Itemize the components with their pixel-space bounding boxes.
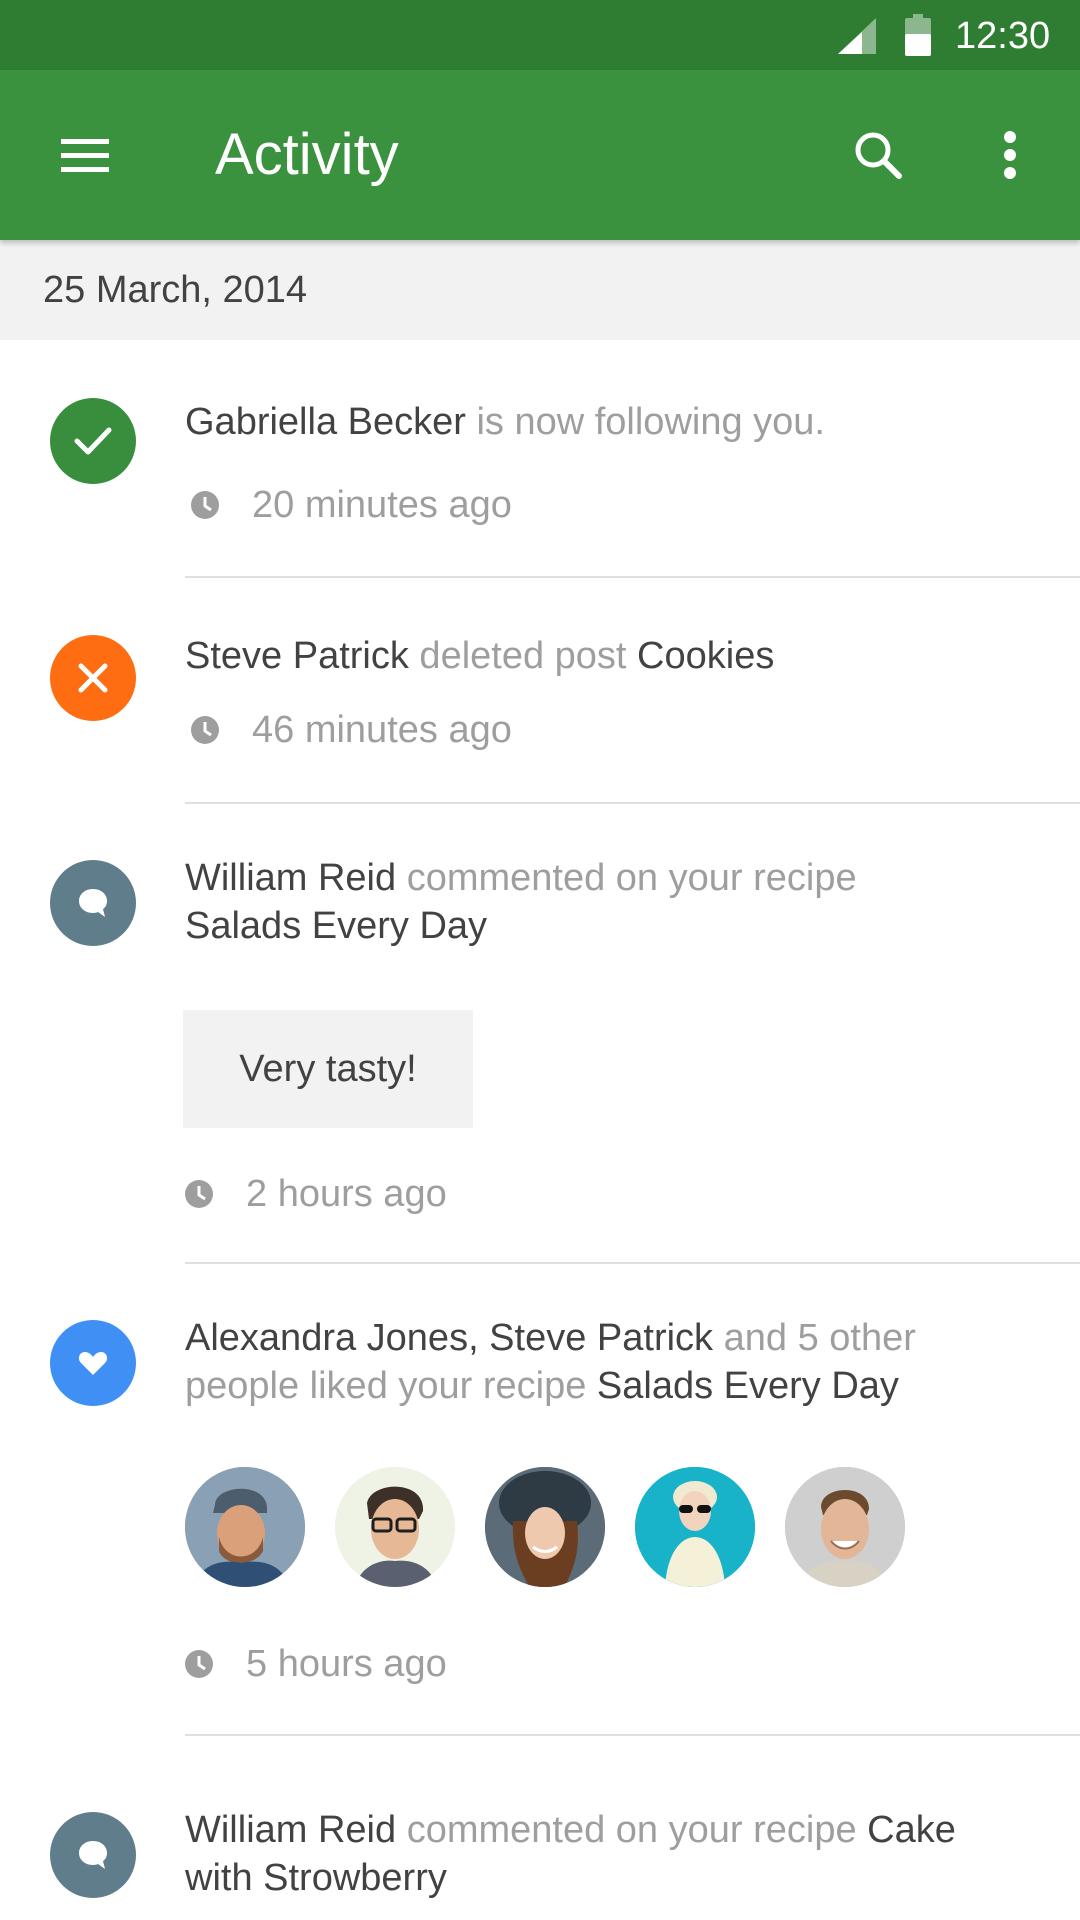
avatar-woman-fur-hat[interactable]	[485, 1467, 605, 1587]
actor-name: Gabriella Becker	[185, 401, 466, 443]
activity-text: William Reid commented on your recipe Sa…	[185, 854, 1045, 950]
search-button[interactable]	[838, 115, 918, 195]
action-text: commented on your recipe	[396, 1809, 868, 1851]
action-text: and 5 other	[713, 1317, 916, 1359]
comment-icon	[79, 889, 107, 917]
divider	[185, 576, 1080, 578]
avatar-man-glasses[interactable]	[335, 1467, 455, 1587]
activity-item-like[interactable]: Alexandra Jones, Steve Patrick and 5 oth…	[0, 1264, 1080, 1736]
clock-icon	[185, 1650, 213, 1678]
action-text: commented on your recipe	[396, 857, 857, 899]
avatar-man-smiling-image	[785, 1467, 905, 1587]
avatar-woman-fur-hat-image	[485, 1467, 605, 1587]
timestamp: 5 hours ago	[184, 1639, 447, 1689]
activity-text: Alexandra Jones, Steve Patrick and 5 oth…	[185, 1314, 1045, 1410]
clock-icon	[191, 491, 219, 519]
timestamp: 2 hours ago	[184, 1169, 447, 1219]
timestamp: 46 minutes ago	[190, 705, 512, 755]
action-text: is now following you.	[465, 401, 825, 443]
timestamp-text: 20 minutes ago	[252, 483, 512, 526]
search-icon	[855, 132, 902, 179]
object-name: Salads Every Day	[596, 1365, 899, 1407]
heart-icon	[78, 1352, 108, 1375]
more-vert-icon	[1004, 131, 1016, 179]
status-circle	[50, 635, 136, 721]
activity-item-follow[interactable]: Gabriella Becker is now following you. 2…	[0, 340, 1080, 582]
app-bar: Activity	[0, 70, 1080, 240]
date-header: 25 March, 2014	[0, 240, 1080, 340]
action-text: people liked your recipe	[185, 1365, 597, 1407]
status-circle	[50, 398, 136, 484]
status-circle	[50, 860, 136, 946]
comment-bubble: Very tasty!	[183, 1010, 473, 1128]
activity-text: Steve Patrick deleted post Cookies	[185, 632, 1045, 680]
timestamp-text: 2 hours ago	[246, 1172, 447, 1215]
signal-icon	[838, 18, 876, 54]
hamburger-menu-icon	[61, 139, 109, 172]
status-circle	[50, 1320, 136, 1406]
page-title: Activity	[215, 122, 399, 187]
check-icon	[74, 427, 112, 455]
object-name: Cake	[867, 1809, 956, 1851]
close-icon	[78, 663, 108, 693]
avatar-man-beanie[interactable]	[185, 1467, 305, 1587]
object-name-continued: with Strowberry	[185, 1857, 447, 1899]
avatar-man-glasses-image	[335, 1467, 455, 1587]
avatar-woman-sunglasses-image	[635, 1467, 755, 1587]
actor-name: William Reid	[185, 1809, 397, 1851]
status-circle	[50, 1812, 136, 1898]
object-name: Salads Every Day	[185, 905, 488, 947]
avatar-man-smiling[interactable]	[785, 1467, 905, 1587]
liker-avatars	[185, 1467, 935, 1587]
menu-button[interactable]	[40, 115, 130, 195]
actor-name: Alexandra Jones, Steve Patrick	[185, 1317, 714, 1359]
timestamp-text: 46 minutes ago	[252, 708, 512, 751]
clock-icon	[185, 1180, 213, 1208]
battery-icon	[905, 14, 931, 56]
object-name: Cookies	[637, 635, 775, 677]
activity-item-comment[interactable]: William Reid commented on your recipe Ca…	[0, 1736, 1080, 1920]
status-time: 12:30	[955, 15, 1051, 57]
timestamp: 20 minutes ago	[190, 480, 512, 530]
actor-name: Steve Patrick	[185, 635, 409, 677]
activity-item-delete[interactable]: Steve Patrick deleted post Cookies 46 mi…	[0, 582, 1080, 804]
comment-icon	[79, 1841, 107, 1869]
actor-name: William Reid	[185, 857, 397, 899]
more-options-button[interactable]	[975, 115, 1045, 195]
action-text: deleted post	[408, 635, 638, 677]
status-bar: 12:30	[0, 0, 1080, 70]
activity-text: William Reid commented on your recipe Ca…	[185, 1806, 1045, 1902]
activity-text: Gabriella Becker is now following you.	[185, 398, 1045, 446]
clock-icon	[191, 716, 219, 744]
timestamp-text: 5 hours ago	[246, 1642, 447, 1685]
avatar-man-beanie-image	[185, 1467, 305, 1587]
activity-item-comment[interactable]: William Reid commented on your recipe Sa…	[0, 804, 1080, 1264]
avatar-woman-sunglasses[interactable]	[635, 1467, 755, 1587]
